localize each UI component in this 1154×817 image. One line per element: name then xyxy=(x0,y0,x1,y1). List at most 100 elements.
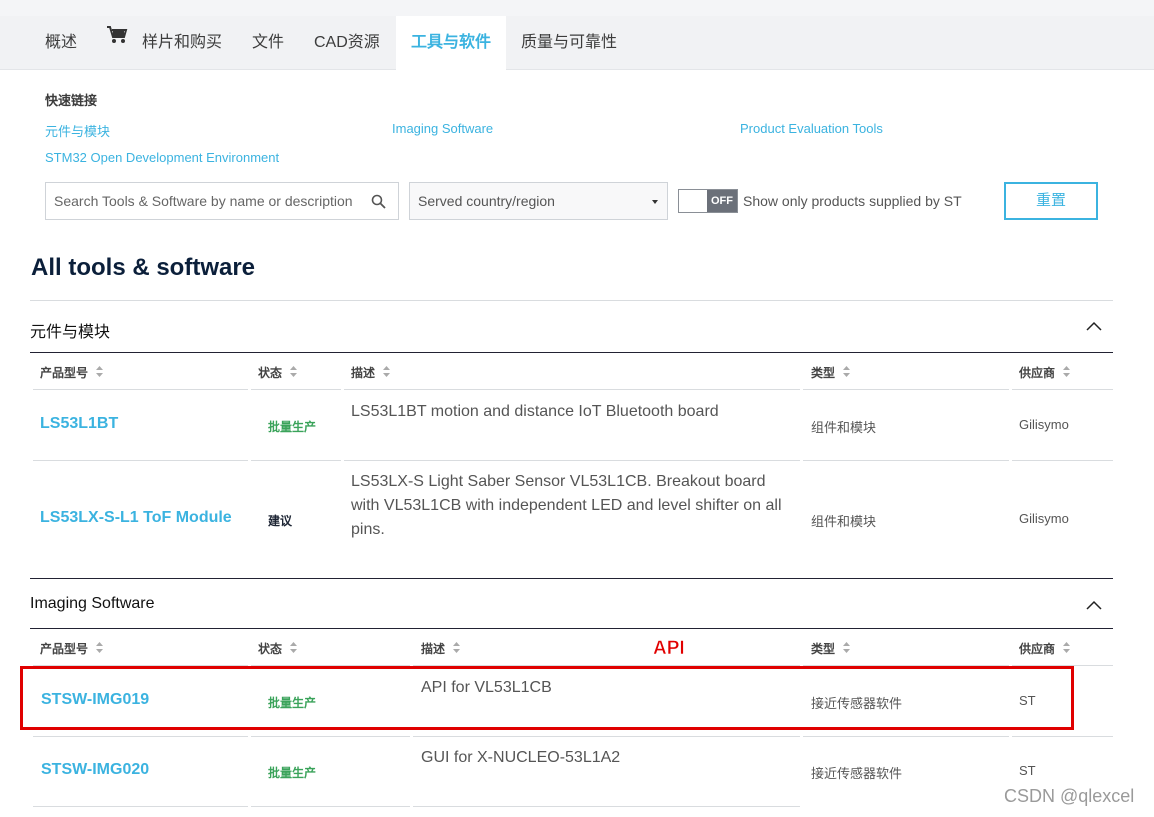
column-header-part-label: 产品型号 xyxy=(40,366,89,380)
row-divider xyxy=(1012,736,1113,737)
column-header-status[interactable]: 状态 xyxy=(258,364,298,381)
page-title: All tools & software xyxy=(31,254,256,281)
column-header-status-label: 状态 xyxy=(258,366,283,380)
country-region-select[interactable]: Served country/region xyxy=(409,182,668,220)
row-divider xyxy=(413,736,800,737)
tab-cad-resources[interactable]: CAD资源 xyxy=(314,16,380,70)
cart-icon xyxy=(106,14,128,68)
section-header-line xyxy=(30,352,1113,353)
status-badge: 建议 xyxy=(268,514,293,528)
table-row-supplier: ST xyxy=(1019,763,1036,778)
toggle-state: OFF xyxy=(707,190,737,212)
column-header-supplier-label: 供应商 xyxy=(1019,366,1056,380)
row-divider xyxy=(251,806,410,807)
column-header-type-label: 类型 xyxy=(811,366,836,380)
table-row-part-link[interactable]: LS53L1BT xyxy=(40,415,118,433)
top-strip xyxy=(0,0,1154,16)
table-row-type: 接近传感器软件 xyxy=(811,766,903,781)
sort-icon xyxy=(1063,365,1071,380)
tab-tools-software[interactable]: 工具与软件 xyxy=(396,16,506,70)
table-row-part-link[interactable]: LS53LX-S-L1 ToF Module xyxy=(40,509,232,527)
row-divider xyxy=(803,736,1009,737)
tab-bar: 概述 样片和购买 文件 CAD资源 工具与软件 质量与可靠性 xyxy=(0,16,1154,70)
column-header-status-label: 状态 xyxy=(258,642,283,656)
table-row-part-link[interactable]: STSW-IMG020 xyxy=(41,761,149,779)
chevron-up-icon[interactable] xyxy=(1086,318,1102,336)
table-row-description: GUI for X-NUCLEO-53L1A2 xyxy=(421,749,621,766)
tab-samples-buy[interactable]: 样片和购买 xyxy=(106,16,222,70)
column-header-desc-label: 描述 xyxy=(351,366,376,380)
column-header-desc-label: 描述 xyxy=(421,642,446,656)
row-divider xyxy=(803,460,1009,461)
column-header-part[interactable]: 产品型号 xyxy=(40,640,104,657)
tab-samples-buy-label: 样片和购买 xyxy=(142,34,223,51)
table-row-description: LS53L1BT motion and distance IoT Bluetoo… xyxy=(351,403,719,420)
reset-button[interactable]: 重置 xyxy=(1004,182,1098,220)
quick-link-components[interactable]: 元件与模块 xyxy=(45,121,110,140)
search-input[interactable] xyxy=(46,183,356,219)
row-divider xyxy=(33,460,248,461)
tab-quality-reliability[interactable]: 质量与可靠性 xyxy=(521,16,617,70)
chevron-up-icon[interactable] xyxy=(1086,597,1102,615)
quick-links-title: 快速链接 xyxy=(45,93,98,108)
sort-icon xyxy=(290,641,298,656)
section-title-imaging-software: Imaging Software xyxy=(30,595,155,612)
row-divider xyxy=(251,460,341,461)
quick-link-imaging-software[interactable]: Imaging Software xyxy=(392,121,493,136)
sort-icon xyxy=(96,641,104,656)
status-badge: 批量生产 xyxy=(268,420,317,434)
search-icon[interactable] xyxy=(371,194,386,214)
row-divider xyxy=(413,806,800,807)
status-badge: 批量生产 xyxy=(268,766,317,780)
column-header-type[interactable]: 类型 xyxy=(811,640,851,657)
column-header-type-label: 类型 xyxy=(811,642,836,656)
row-divider xyxy=(33,736,248,737)
quick-link-product-evaluation[interactable]: Product Evaluation Tools xyxy=(740,121,883,136)
header-underline xyxy=(803,389,1009,390)
header-underline xyxy=(344,389,800,390)
country-region-value: Served country/region xyxy=(418,193,555,209)
row-divider xyxy=(33,806,248,807)
column-header-status[interactable]: 状态 xyxy=(258,640,298,657)
column-header-part-label: 产品型号 xyxy=(40,642,89,656)
watermark: CSDN @qlexcel xyxy=(1004,786,1135,806)
column-header-desc[interactable]: 描述 xyxy=(421,640,461,657)
sort-icon xyxy=(383,365,391,380)
row-divider xyxy=(1012,460,1113,461)
sort-icon xyxy=(1063,641,1071,656)
column-header-type[interactable]: 类型 xyxy=(811,364,851,381)
highlight-box xyxy=(20,666,1074,730)
sort-icon xyxy=(96,365,104,380)
toggle-label: Show only products supplied by ST xyxy=(743,193,962,209)
row-divider xyxy=(251,736,410,737)
sort-icon xyxy=(290,365,298,380)
chevron-down-icon xyxy=(652,200,658,204)
sort-icon xyxy=(453,641,461,656)
header-underline xyxy=(251,389,341,390)
supplied-by-st-toggle[interactable]: OFF xyxy=(678,189,738,213)
search-box xyxy=(45,182,399,220)
section-title-components: 元件与模块 xyxy=(30,324,111,341)
table-row-supplier: Gilisymo xyxy=(1019,511,1069,526)
table-row-type: 组件和模块 xyxy=(811,514,877,529)
annotation-label: API xyxy=(653,638,685,660)
table-row-supplier: Gilisymo xyxy=(1019,417,1069,432)
divider xyxy=(30,578,1113,579)
header-underline xyxy=(33,389,248,390)
tab-documents[interactable]: 文件 xyxy=(252,16,284,70)
header-underline xyxy=(1012,389,1113,390)
toggle-knob xyxy=(680,191,708,211)
table-row-type: 组件和模块 xyxy=(811,420,877,435)
table-row-description: LS53LX-S Light Saber Sensor VL53L1CB. Br… xyxy=(351,473,782,538)
sort-icon xyxy=(843,641,851,656)
divider xyxy=(30,300,1113,301)
column-header-supplier[interactable]: 供应商 xyxy=(1019,640,1071,657)
section-header-line xyxy=(30,628,1113,629)
tab-overview[interactable]: 概述 xyxy=(45,16,77,70)
row-divider xyxy=(344,460,800,461)
column-header-supplier[interactable]: 供应商 xyxy=(1019,364,1071,381)
quick-link-stm32-ode[interactable]: STM32 Open Development Environment xyxy=(45,150,279,165)
column-header-part[interactable]: 产品型号 xyxy=(40,364,104,381)
column-header-desc[interactable]: 描述 xyxy=(351,364,391,381)
sort-icon xyxy=(843,365,851,380)
